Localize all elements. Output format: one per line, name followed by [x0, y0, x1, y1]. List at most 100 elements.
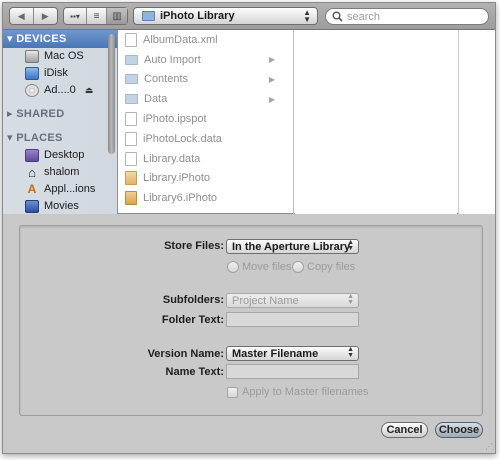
sidebar-item-idisk[interactable]: iDisk: [3, 65, 117, 82]
radio-circle-icon: [227, 261, 239, 273]
folder-text-field[interactable]: [226, 312, 359, 327]
package-icon: [125, 191, 137, 206]
sidebar-item-label: shalom: [44, 166, 80, 178]
popup-arrows-icon: ▲ ▼: [347, 293, 354, 306]
sidebar-item-applications[interactable]: A Appl...ions: [3, 181, 117, 198]
subfolders-label: Subfolders:: [162, 294, 224, 306]
file-icon: [125, 112, 137, 127]
disclosure-arrow-icon: ▶: [268, 74, 275, 84]
sidebar-item-disc[interactable]: Ad....0 ⏏: [3, 82, 117, 99]
apply-to-master-checkbox[interactable]: Apply to Master filenames: [227, 386, 369, 398]
file-name: iPhotoLock.data: [143, 132, 222, 145]
sidebar-item-movies[interactable]: Movies: [3, 198, 117, 214]
sidebar-item-mac-os[interactable]: Mac OS: [3, 48, 117, 65]
list-item[interactable]: iPhotoLock.data: [119, 129, 293, 149]
column-view-icon[interactable]: ▥: [107, 8, 127, 24]
sidebar-item-label: iDisk: [44, 67, 68, 79]
subfolders-popup[interactable]: Project Name ▲ ▼: [226, 293, 359, 308]
view-mode-control[interactable]: ▪▪▾ ≡ ▥: [63, 7, 128, 25]
popup-arrows-icon: ▲ ▼: [347, 346, 354, 359]
sidebar: ▾ DEVICES Mac OS iDisk Ad....0 ⏏ ▸ SHARE…: [3, 30, 118, 214]
empty-column: [458, 30, 495, 214]
file-name: Library.iPhoto: [143, 172, 211, 185]
home-icon: ⌂: [28, 165, 36, 180]
sidebar-section-label: SHARED: [16, 108, 65, 120]
sidebar-section-shared[interactable]: ▸ SHARED: [3, 105, 117, 123]
file-column: AlbumData.xml Auto Import ▶ Contents ▶ Dat…: [119, 30, 294, 214]
list-view-icon[interactable]: ≡: [87, 8, 107, 24]
back-forward-control[interactable]: ◀ ▶: [9, 7, 58, 25]
list-item[interactable]: AlbumData.xml: [119, 30, 293, 50]
disclosure-arrow-icon: ▶: [268, 94, 275, 104]
subfolders-value: Project Name: [232, 294, 299, 307]
path-popup-label: iPhoto Library: [160, 10, 235, 22]
move-files-radio[interactable]: Move files: [227, 261, 292, 273]
folder-icon: [125, 74, 138, 85]
list-item[interactable]: Auto Import ▶: [119, 50, 293, 70]
back-arrow-icon[interactable]: ◀: [10, 8, 34, 24]
icon-view-icon[interactable]: ▪▪▾: [64, 8, 87, 24]
name-text-field[interactable]: [226, 364, 359, 379]
open-dialog: ◀ ▶ ▪▪▾ ≡ ▥ iPhoto Library ▲▼ ▾ DEVICES: [2, 2, 496, 454]
move-files-label: Move files: [242, 261, 292, 273]
resize-grip-icon[interactable]: ⋰: [485, 443, 493, 451]
search-field[interactable]: [325, 8, 489, 25]
version-name-value: Master Filename: [232, 347, 319, 360]
apply-to-master-label: Apply to Master filenames: [242, 386, 369, 398]
copy-files-radio[interactable]: Copy files: [292, 261, 355, 273]
cancel-button[interactable]: Cancel: [381, 422, 428, 438]
list-item[interactable]: iPhoto.ipspot: [119, 109, 293, 129]
sidebar-scrollbar[interactable]: [108, 34, 115, 154]
choose-button[interactable]: Choose: [435, 422, 483, 438]
folder-icon: [125, 54, 138, 65]
folder-text-label: Folder Text:: [161, 314, 224, 326]
sidebar-item-shalom[interactable]: ⌂ shalom: [3, 164, 117, 181]
folder-icon: [142, 11, 155, 21]
sidebar-section-places[interactable]: ▾ PLACES: [3, 129, 117, 147]
sidebar-item-desktop[interactable]: Desktop: [3, 147, 117, 164]
list-item[interactable]: Library6.iPhoto: [119, 188, 293, 208]
store-files-popup[interactable]: In the Aperture Library ▲ ▼: [226, 239, 359, 254]
file-browser: ▾ DEVICES Mac OS iDisk Ad....0 ⏏ ▸ SHARE…: [3, 30, 495, 214]
version-name-popup[interactable]: Master Filename ▲ ▼: [226, 346, 359, 361]
copy-files-label: Copy files: [307, 261, 356, 273]
popup-arrows-icon: ▲ ▼: [347, 239, 354, 252]
package-icon: [125, 171, 137, 186]
file-name: Library6.iPhoto: [143, 192, 217, 205]
disclosure-arrow-icon: ▶: [268, 55, 275, 65]
idisk-icon: [25, 67, 39, 80]
path-popup[interactable]: iPhoto Library ▲ ▼: [133, 7, 318, 25]
file-name: iPhoto.ipspot: [143, 113, 207, 126]
hard-drive-icon: [25, 50, 39, 63]
movies-icon: [25, 200, 39, 213]
sidebar-item-label: Desktop: [44, 149, 85, 161]
sidebar-section-label: DEVICES: [16, 33, 67, 45]
desktop-icon: [25, 149, 39, 162]
version-name-label: Version Name:: [147, 348, 224, 360]
file-icon: [125, 151, 137, 166]
forward-arrow-icon[interactable]: ▶: [34, 8, 57, 24]
disc-icon: [25, 84, 39, 97]
search-input[interactable]: [347, 10, 477, 23]
sidebar-item-label: Appl...ions: [44, 183, 96, 195]
file-name: Auto Import: [144, 53, 201, 66]
sidebar-section-devices[interactable]: ▾ DEVICES: [3, 30, 117, 48]
sidebar-item-label: Movies: [44, 200, 79, 212]
toolbar: ◀ ▶ ▪▪▾ ≡ ▥ iPhoto Library ▲ ▼: [3, 3, 495, 30]
list-item[interactable]: Data ▶: [119, 89, 293, 109]
list-item[interactable]: Contents ▶: [119, 70, 293, 90]
sidebar-section-label: PLACES: [16, 132, 63, 144]
file-name: Contents: [144, 73, 189, 86]
list-item[interactable]: Library.iPhoto: [119, 169, 293, 189]
search-icon: [332, 11, 343, 22]
list-item[interactable]: Library.data: [119, 149, 293, 169]
checkbox-icon: [227, 386, 238, 398]
file-icon: [125, 131, 137, 146]
file-name: Library.data: [143, 152, 201, 165]
file-name: Data: [144, 93, 168, 106]
name-text-label: Name Text:: [165, 366, 224, 378]
popup-arrows-icon: ▲ ▼: [303, 8, 311, 24]
folder-icon: [125, 94, 138, 105]
eject-icon[interactable]: ⏏: [85, 82, 94, 99]
radio-circle-icon: [292, 261, 304, 273]
